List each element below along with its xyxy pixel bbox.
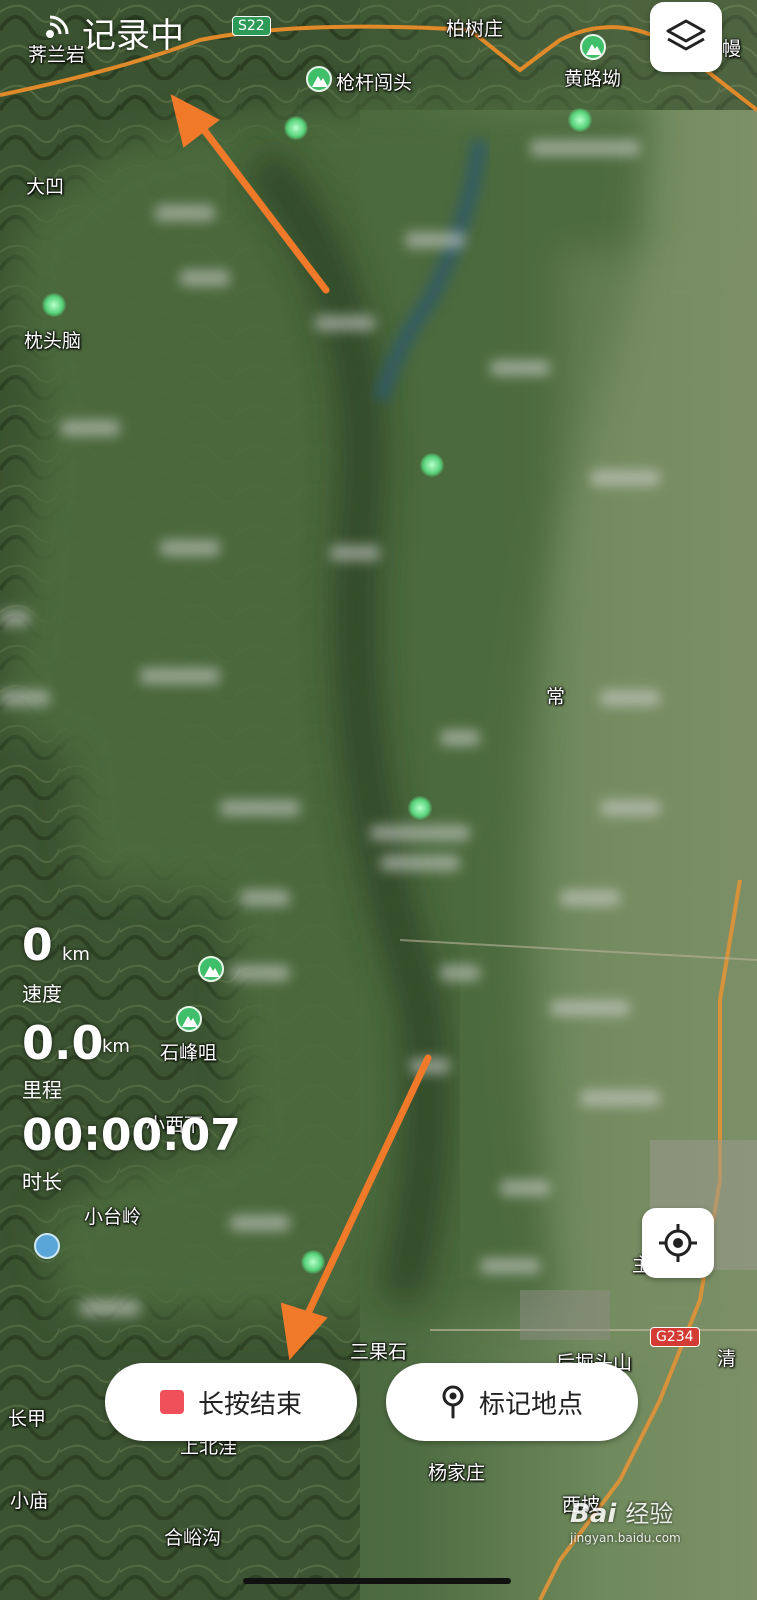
map-pin-icon [442, 1385, 464, 1419]
watermark-brand: Bai [570, 1499, 617, 1529]
home-indicator[interactable] [243, 1578, 511, 1584]
watermark-url: jingyan.baidu.com [570, 1531, 681, 1545]
mark-location-button[interactable]: 标记地点 [386, 1363, 638, 1441]
annotation-arrows [170, 94, 432, 1361]
baidu-watermark: Bai 经验 jingyan.baidu.com [570, 1494, 681, 1545]
mark-location-label: 标记地点 [478, 1389, 583, 1420]
end-recording-button[interactable]: 长按结束 [105, 1363, 357, 1441]
end-recording-label: 长按结束 [197, 1389, 302, 1420]
stop-square-icon [159, 1390, 184, 1414]
watermark-brand2: 经验 [625, 1500, 674, 1528]
